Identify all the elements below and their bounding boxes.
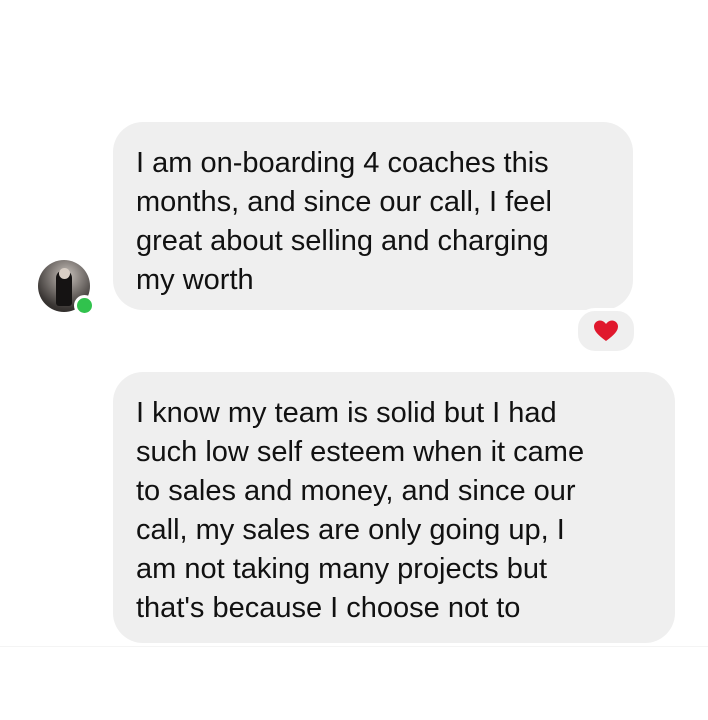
heart-icon: [594, 320, 618, 341]
message-bubble-2[interactable]: I know my team is solid but I had such l…: [113, 372, 675, 643]
message-bubble-1[interactable]: I am on-boarding 4 coaches this months, …: [113, 122, 633, 310]
divider: [0, 646, 708, 647]
reaction-badge[interactable]: [575, 308, 637, 354]
avatar[interactable]: [38, 260, 95, 316]
avatar-head: [59, 268, 70, 279]
message-thread: I am on-boarding 4 coaches this months, …: [0, 0, 708, 720]
online-status-icon: [74, 295, 95, 316]
